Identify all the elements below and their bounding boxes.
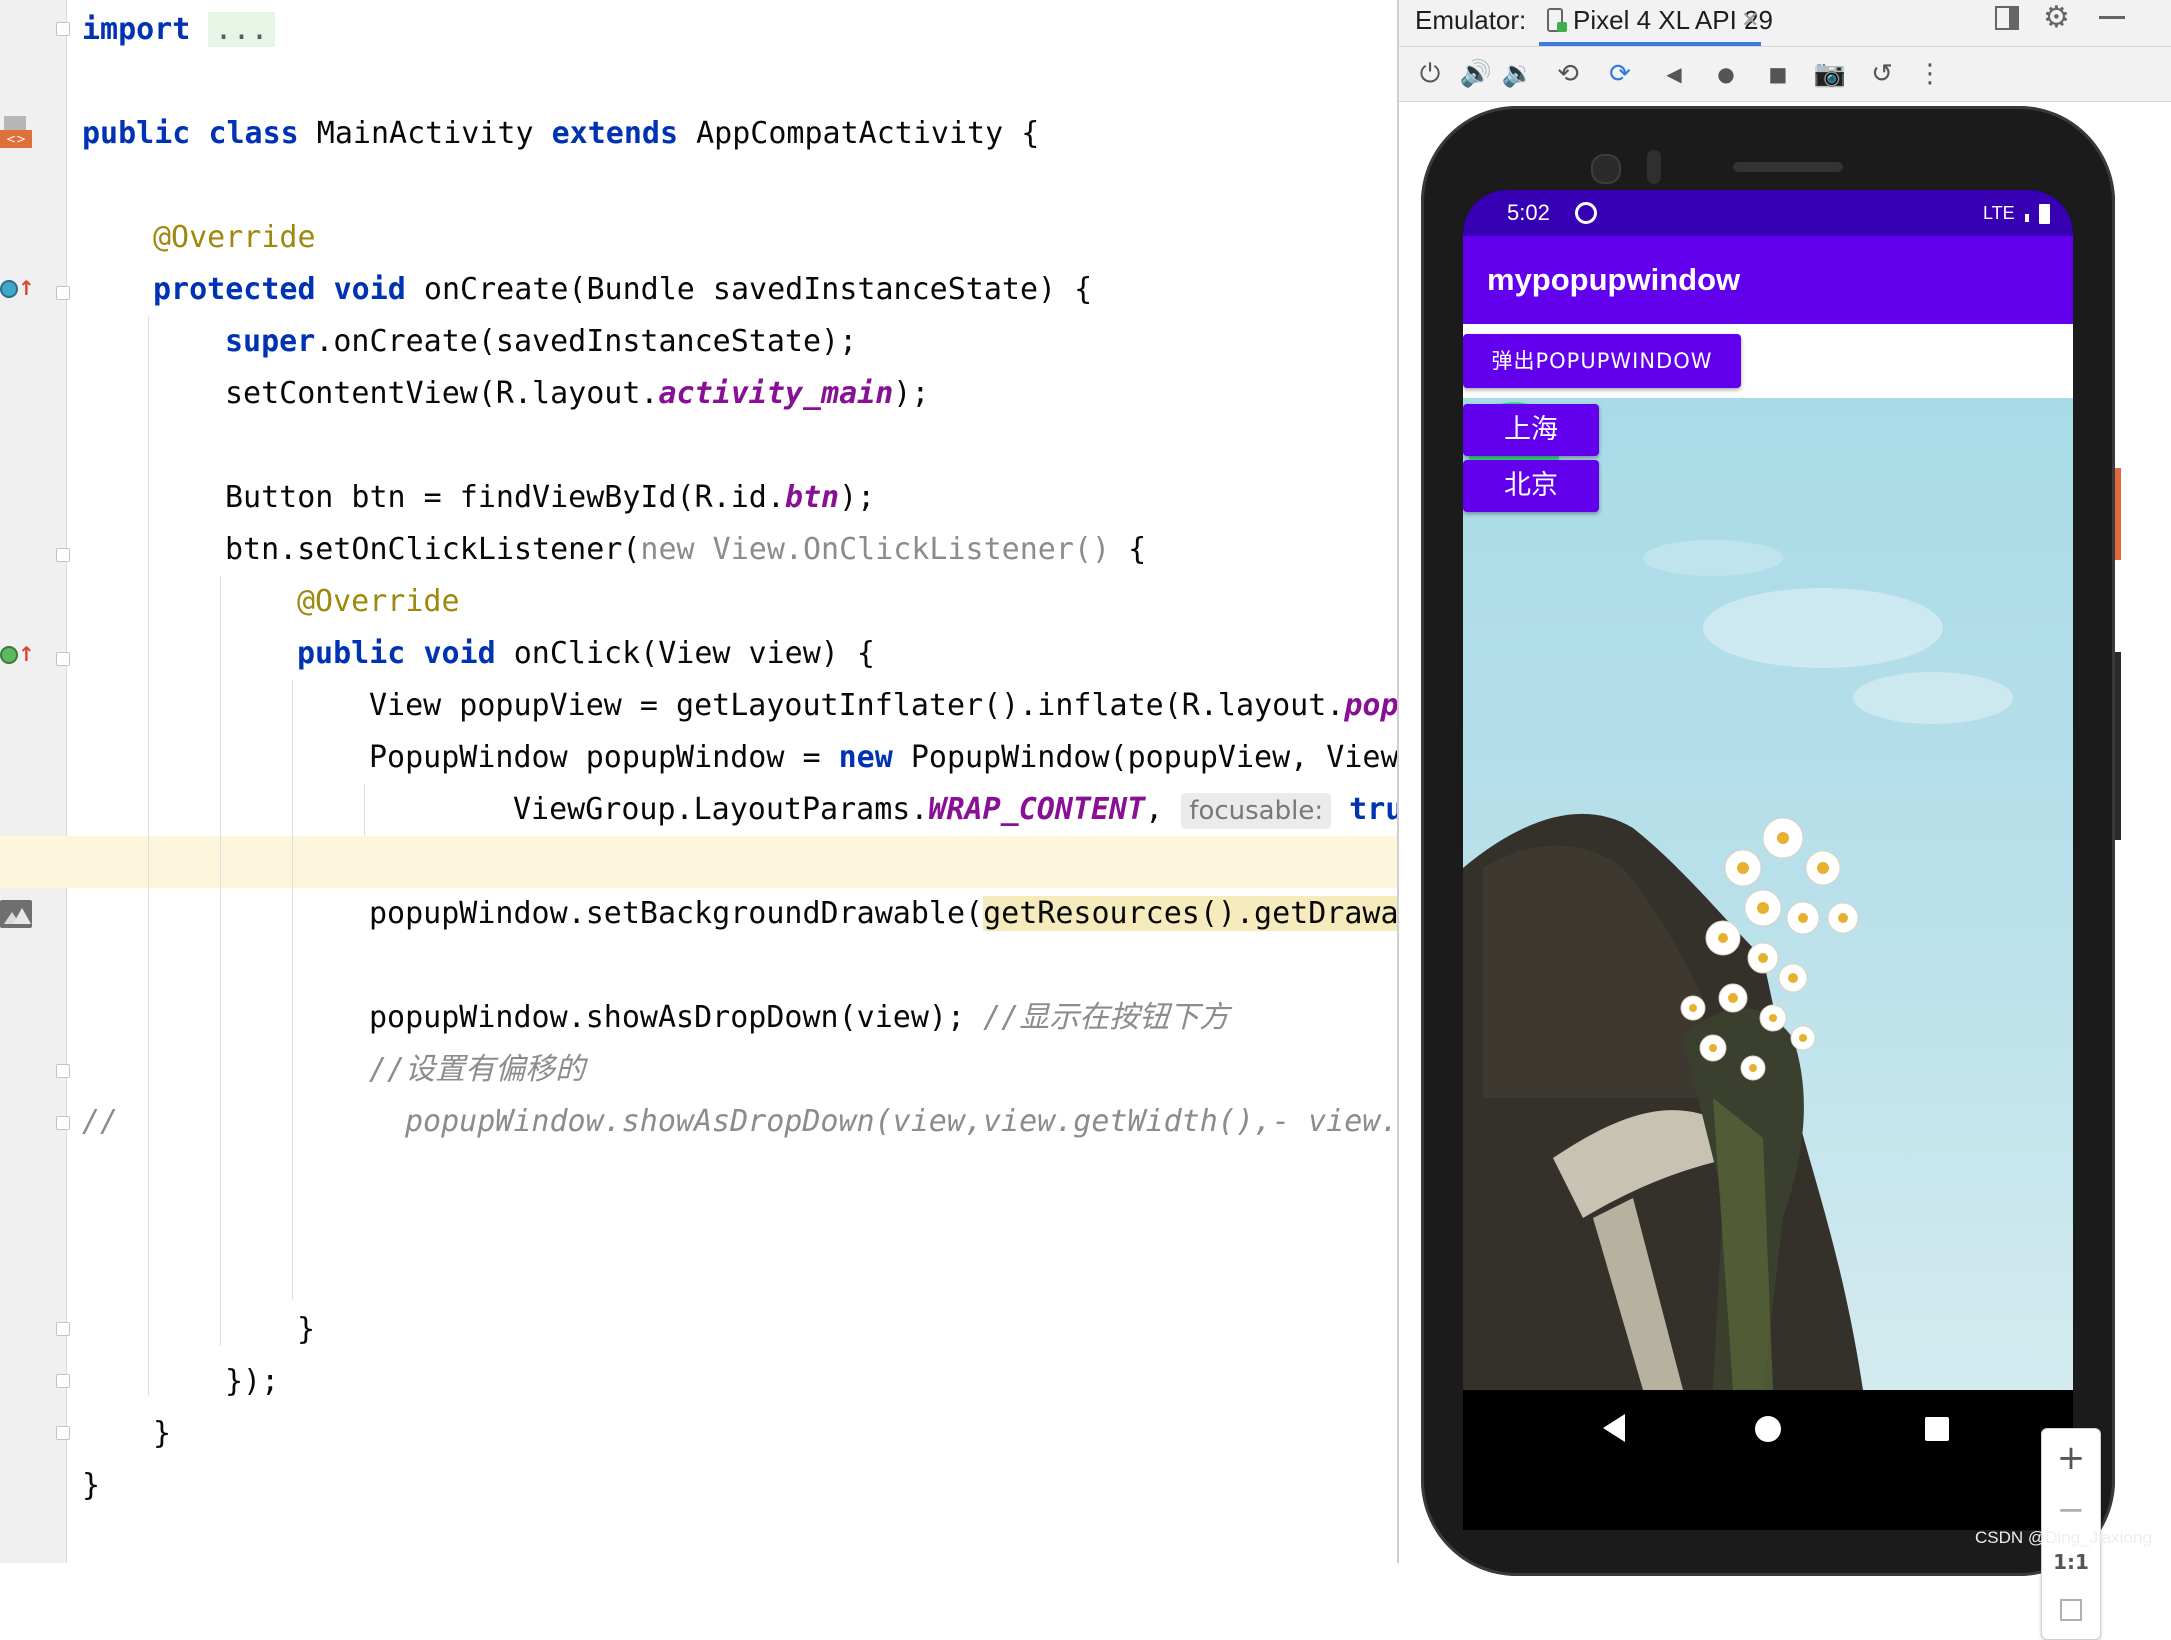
code-line-close-brace[interactable]: } bbox=[297, 1304, 315, 1356]
emulator-panel: Emulator: Pixel 4 XL API 29 ✕ ⚙ ⏻ 🔊 🔉 ⟲ … bbox=[1397, 0, 2171, 1640]
phone-side-button bbox=[2115, 468, 2121, 560]
phone-frame: 5:02 LTE mypopupwindow 弹出POPUPWINDOW 上海 … bbox=[1421, 106, 2115, 1576]
code-line-showasdropdown[interactable]: popupWindow.showAsDropDown(view); //显示在按… bbox=[369, 992, 1229, 1044]
indent-guide bbox=[148, 316, 149, 1396]
status-network: LTE bbox=[1983, 203, 2015, 223]
snapshot-icon[interactable]: ↺ bbox=[1865, 57, 1899, 91]
code-line-onclick[interactable]: public void onClick(View view) { bbox=[297, 628, 875, 680]
screenshot-icon[interactable]: 📷 bbox=[1813, 57, 1847, 91]
emulator-toolbar: ⏻ 🔊 🔉 ⟲ ⟳ ◀ ● ■ 📷 ↺ ⋮ bbox=[1399, 47, 2171, 102]
indent-guide bbox=[220, 576, 221, 1346]
nav-overview-icon[interactable] bbox=[1925, 1417, 1949, 1441]
app-bar: mypopupwindow bbox=[1463, 236, 2073, 324]
code-line-setbackground[interactable]: popupWindow.setBackgroundDrawable(getRes… bbox=[369, 888, 1397, 940]
code-line-layoutparams[interactable]: ViewGroup.LayoutParams.WRAP_CONTENT, foc… bbox=[513, 784, 1397, 836]
fold-collapse-icon[interactable] bbox=[56, 1116, 70, 1130]
code-line-button[interactable]: Button btn = findViewById(R.id.btn); bbox=[225, 472, 875, 524]
layout-toggle-icon[interactable] bbox=[1995, 6, 2019, 30]
device-icon bbox=[1547, 8, 1567, 32]
overview-icon[interactable]: ■ bbox=[1761, 57, 1795, 91]
fold-collapse-icon[interactable] bbox=[56, 548, 70, 562]
front-camera bbox=[1591, 154, 1621, 184]
phone-side-button bbox=[2115, 652, 2121, 840]
minimize-icon[interactable] bbox=[2099, 16, 2125, 19]
code-line-commented-out[interactable]: // bbox=[82, 1096, 118, 1148]
nav-back-icon[interactable] bbox=[1603, 1414, 1625, 1442]
phone-screen[interactable]: 5:02 LTE mypopupwindow 弹出POPUPWINDOW 上海 … bbox=[1463, 190, 2073, 1530]
background-photo bbox=[1463, 398, 2073, 1390]
code-editor[interactable]: <> ↑ ↑ import ... public class MainActiv… bbox=[0, 0, 1397, 1563]
fold-end-icon[interactable] bbox=[56, 1374, 70, 1388]
fold-collapse-icon[interactable] bbox=[56, 1064, 70, 1078]
fold-expand-icon[interactable] bbox=[56, 22, 70, 36]
code-line-close-brace[interactable]: } bbox=[153, 1408, 171, 1460]
current-line-highlight bbox=[0, 836, 1397, 888]
fold-end-icon[interactable] bbox=[56, 1322, 70, 1336]
layout-file-icon[interactable]: <> bbox=[0, 116, 32, 150]
code-line-setonclick[interactable]: btn.setOnClickListener(new View.OnClickL… bbox=[225, 524, 1146, 576]
editor-gutter: <> ↑ ↑ bbox=[0, 0, 70, 1563]
code-line-override[interactable]: @Override bbox=[153, 212, 316, 264]
home-icon[interactable]: ● bbox=[1709, 57, 1743, 91]
app-content: 弹出POPUPWINDOW 上海 北京 bbox=[1463, 324, 2073, 1390]
fold-end-icon[interactable] bbox=[56, 1426, 70, 1440]
back-icon[interactable]: ◀ bbox=[1657, 57, 1691, 91]
watermark: CSDN @Ding_Jiaxiong bbox=[1975, 1528, 2152, 1547]
code-line-oncreate[interactable]: protected void onCreate(Bundle savedInst… bbox=[153, 264, 1092, 316]
popup-window: 上海 北京 bbox=[1463, 398, 1603, 512]
rotate-right-icon[interactable]: ⟳ bbox=[1603, 57, 1637, 91]
folded-imports[interactable]: ... bbox=[208, 12, 275, 47]
popup-item-button[interactable]: 北京 bbox=[1463, 460, 1599, 512]
close-tab-icon[interactable]: ✕ bbox=[1741, 0, 1759, 40]
nav-home-icon[interactable] bbox=[1755, 1416, 1781, 1442]
battery-icon bbox=[2039, 204, 2050, 224]
data-saver-icon bbox=[1575, 202, 1597, 224]
code-line-override[interactable]: @Override bbox=[297, 576, 460, 628]
status-time: 5:02 bbox=[1507, 200, 1550, 225]
code-line-popupview[interactable]: View popupView = getLayoutInflater().inf… bbox=[369, 680, 1397, 732]
device-tab[interactable]: Pixel 4 XL API 29 ✕ bbox=[1539, 0, 1773, 46]
indent-guide bbox=[364, 784, 365, 836]
code-line-popupwindow[interactable]: PopupWindow popupWindow = new PopupWindo… bbox=[369, 732, 1397, 784]
fold-collapse-icon[interactable] bbox=[56, 652, 70, 666]
app-title: mypopupwindow bbox=[1487, 262, 1741, 297]
parameter-hint: focusable: bbox=[1181, 792, 1332, 829]
earpiece-speaker bbox=[1733, 162, 1843, 172]
image-drawable-icon[interactable] bbox=[0, 900, 32, 928]
status-bar: 5:02 LTE bbox=[1463, 190, 2073, 236]
popup-item-button[interactable]: 上海 bbox=[1463, 404, 1599, 456]
emulator-label: Emulator: bbox=[1415, 5, 1527, 35]
photo-illustration bbox=[1463, 398, 2073, 1390]
code-line-class-declaration[interactable]: public class MainActivity extends AppCom… bbox=[82, 108, 1039, 160]
power-icon[interactable]: ⏻ bbox=[1413, 57, 1447, 91]
code-line-setcontentview[interactable]: setContentView(R.layout.activity_main); bbox=[225, 368, 929, 420]
indent-guide bbox=[292, 680, 293, 1300]
volume-up-icon[interactable]: 🔊 bbox=[1459, 57, 1493, 91]
emulator-tabbar: Emulator: Pixel 4 XL API 29 ✕ ⚙ bbox=[1399, 0, 2171, 47]
phone-sensor bbox=[1647, 150, 1661, 184]
rotate-left-icon[interactable]: ⟲ bbox=[1551, 57, 1585, 91]
volume-down-icon[interactable]: 🔉 bbox=[1501, 57, 1535, 91]
code-line-close-listener[interactable]: }); bbox=[225, 1356, 279, 1408]
code-line-import[interactable]: import ... bbox=[82, 4, 275, 56]
fit-screen-icon[interactable] bbox=[2060, 1599, 2082, 1621]
code-line-commented-code[interactable]: popupWindow.showAsDropDown(view,view.get… bbox=[405, 1096, 1397, 1148]
code-line-super[interactable]: super.onCreate(savedInstanceState); bbox=[225, 316, 857, 368]
signal-icon bbox=[2025, 214, 2029, 222]
more-icon[interactable]: ⋮ bbox=[1913, 57, 1947, 91]
gear-icon[interactable]: ⚙ bbox=[2043, 0, 2070, 36]
navigation-bar bbox=[1463, 1390, 2073, 1466]
emulator-body: 5:02 LTE mypopupwindow 弹出POPUPWINDOW 上海 … bbox=[1399, 102, 2171, 1640]
code-line-offset-comment[interactable]: //设置有偏移的 bbox=[369, 1044, 585, 1096]
zoom-in-button[interactable]: + bbox=[2042, 1433, 2100, 1483]
code-line-close-brace[interactable]: } bbox=[82, 1460, 100, 1512]
show-popup-button[interactable]: 弹出POPUPWINDOW bbox=[1463, 334, 1741, 388]
fold-collapse-icon[interactable] bbox=[56, 286, 70, 300]
